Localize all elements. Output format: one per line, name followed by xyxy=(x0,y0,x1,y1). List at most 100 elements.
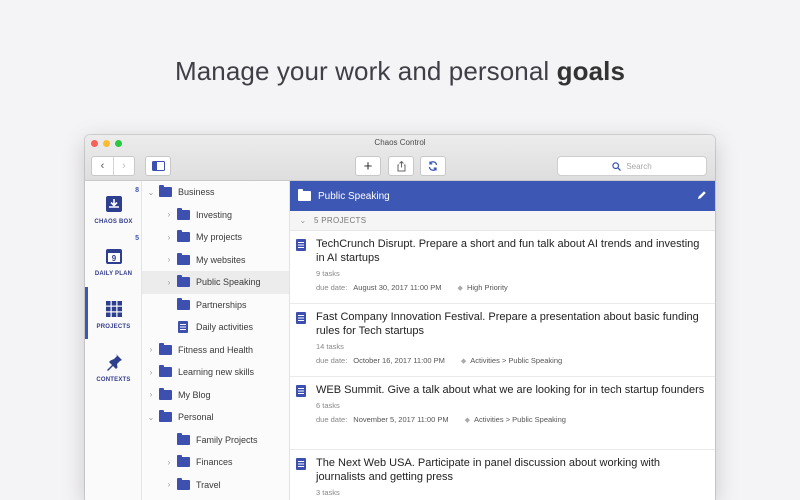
project-row[interactable]: Fast Company Innovation Festival. Prepar… xyxy=(290,304,715,377)
chevron-right-icon[interactable]: › xyxy=(164,278,174,287)
document-icon xyxy=(296,239,306,251)
tree-item-label: Investing xyxy=(196,209,233,220)
folder-icon xyxy=(177,252,190,265)
iconbar-item-chaos-box[interactable]: 8 CHAOS BOX xyxy=(85,187,142,225)
tree-item-business[interactable]: ⌄ Business xyxy=(142,181,289,204)
project-row[interactable]: WEB Summit. Give a talk about what we ar… xyxy=(290,377,715,450)
iconbar-label-projects: PROJECTS xyxy=(96,324,131,330)
tree-item-my-websites[interactable]: › My websites xyxy=(142,249,289,272)
edit-icon[interactable] xyxy=(697,190,707,200)
project-header: Public Speaking xyxy=(290,181,715,211)
tree-item-partnerships[interactable]: Partnerships xyxy=(142,294,289,317)
project-row[interactable]: The Next Web USA. Participate in panel d… xyxy=(290,450,715,500)
tree-item-label: My projects xyxy=(196,232,243,243)
chevron-right-icon[interactable]: › xyxy=(146,345,156,354)
share-button[interactable] xyxy=(388,156,414,176)
tree-item-fitness[interactable]: › Fitness and Health xyxy=(142,339,289,362)
iconbar-label-daily-plan: DAILY PLAN xyxy=(94,271,133,277)
search-field[interactable]: Search xyxy=(557,156,707,176)
project-title: Fast Company Innovation Festival. Prepar… xyxy=(316,311,699,337)
folder-icon xyxy=(177,455,190,468)
chevron-right-icon[interactable]: › xyxy=(164,255,174,264)
project-meta: due date: August 30, 2017 11:00 PM ◆ High P… xyxy=(316,283,705,292)
tree-item-label: Finances xyxy=(196,457,233,468)
project-meta: due date: October 16, 2017 11:00 PM ◆ Activ… xyxy=(316,356,705,365)
project-task-count: 6 tasks xyxy=(316,401,340,410)
tree-item-learning[interactable]: › Learning new skills xyxy=(142,361,289,384)
daily-plan-badge: 5 xyxy=(135,235,139,242)
chevron-right-icon[interactable]: › xyxy=(164,210,174,219)
iconbar-item-projects[interactable]: PROJECTS xyxy=(85,298,142,330)
tag-icon: ◆ xyxy=(464,416,471,424)
due-date-label: due date: xyxy=(316,283,348,292)
project-task-count: 14 tasks xyxy=(316,342,344,351)
icon-sidebar: 8 CHAOS BOX 5 9 DAILY PLAN PROJECTS CONT… xyxy=(85,181,142,500)
chevron-right-icon[interactable]: › xyxy=(164,480,174,489)
project-tag: Activities > Public Speaking xyxy=(470,356,563,365)
chaos-box-badge: 8 xyxy=(135,187,139,194)
tree-item-label: Business xyxy=(178,187,215,198)
tree-item-label: Daily activities xyxy=(196,322,254,333)
document-icon xyxy=(296,312,306,324)
tree-item-label: Family Projects xyxy=(196,434,258,445)
headline: Manage your work and personal goals xyxy=(0,56,800,87)
project-row[interactable]: TechCrunch Disrupt. Prepare a short and … xyxy=(290,231,715,304)
tree-item-label: Personal xyxy=(178,412,214,423)
document-icon xyxy=(178,321,188,334)
folder-icon xyxy=(159,410,172,423)
search-icon xyxy=(612,161,622,171)
share-icon xyxy=(397,160,405,171)
add-button[interactable]: + xyxy=(355,156,381,176)
folder-icon xyxy=(159,387,172,400)
iconbar-item-daily-plan[interactable]: 5 9 DAILY PLAN xyxy=(85,235,142,277)
chevron-right-icon[interactable]: › xyxy=(164,458,174,467)
tree-item-finances[interactable]: › Finances xyxy=(142,451,289,474)
tree-item-investing[interactable]: › Investing xyxy=(142,204,289,227)
tree-item-label: Learning new skills xyxy=(178,367,255,378)
folder-icon xyxy=(177,230,190,243)
folder-icon xyxy=(177,477,190,490)
tree-item-public-speaking[interactable]: › Public Speaking xyxy=(142,271,289,294)
sync-button[interactable] xyxy=(420,156,446,176)
chevron-down-icon[interactable]: ⌄ xyxy=(146,188,156,197)
headline-bold: goals xyxy=(556,56,626,86)
tree-item-travel[interactable]: › Travel xyxy=(142,474,289,497)
project-tag: High Priority xyxy=(466,283,508,292)
sidebar-icon xyxy=(151,161,165,171)
project-tree: ⌄ Business › Investing › My projects › My we… xyxy=(142,181,290,500)
folder-icon xyxy=(159,365,172,378)
iconbar-item-contexts[interactable]: CONTEXTS xyxy=(85,351,142,383)
tree-item-daily-activities[interactable]: Daily activities xyxy=(142,316,289,339)
project-title: TechCrunch Disrupt. Prepare a short and … xyxy=(316,238,700,264)
tree-item-my-blog[interactable]: › My Blog xyxy=(142,384,289,407)
tree-item-personal[interactable]: ⌄ Personal xyxy=(142,406,289,429)
project-tag: Activities > Public Speaking xyxy=(474,415,566,424)
chevron-right-icon[interactable]: › xyxy=(146,390,156,399)
section-header[interactable]: ⌄ 5 PROJECTS xyxy=(290,211,715,231)
tree-item-my-projects[interactable]: › My projects xyxy=(142,226,289,249)
chevron-right-icon[interactable]: › xyxy=(164,233,174,242)
sidebar-toggle-button[interactable] xyxy=(145,156,171,176)
project-task-count: 3 tasks xyxy=(316,488,340,497)
document-icon xyxy=(296,458,306,470)
project-title: The Next Web USA. Participate in panel d… xyxy=(316,457,661,483)
chevron-right-icon[interactable]: › xyxy=(146,368,156,377)
tree-item-label: My Blog xyxy=(178,389,211,400)
chevron-down-icon[interactable]: ⌄ xyxy=(146,413,156,422)
tree-item-family-projects[interactable]: Family Projects xyxy=(142,429,289,452)
back-button[interactable]: ‹ xyxy=(92,157,113,175)
folder-icon xyxy=(177,297,190,310)
pin-icon xyxy=(103,351,125,373)
tree-item-label: Partnerships xyxy=(196,299,247,310)
folder-icon xyxy=(159,342,172,355)
forward-button[interactable]: › xyxy=(112,157,134,175)
chevron-down-icon[interactable]: ⌄ xyxy=(298,216,308,225)
project-header-title: Public Speaking xyxy=(318,190,390,202)
folder-icon xyxy=(177,275,190,288)
tag-icon: ◆ xyxy=(460,357,467,365)
tree-item-label: Travel xyxy=(196,479,221,490)
project-list-pane: Public Speaking ⌄ 5 PROJECTS TechCrunch … xyxy=(290,181,715,500)
navigation-buttons: ‹ › xyxy=(91,156,135,176)
headline-text: Manage your work and personal xyxy=(174,56,550,86)
sync-icon xyxy=(428,161,438,171)
